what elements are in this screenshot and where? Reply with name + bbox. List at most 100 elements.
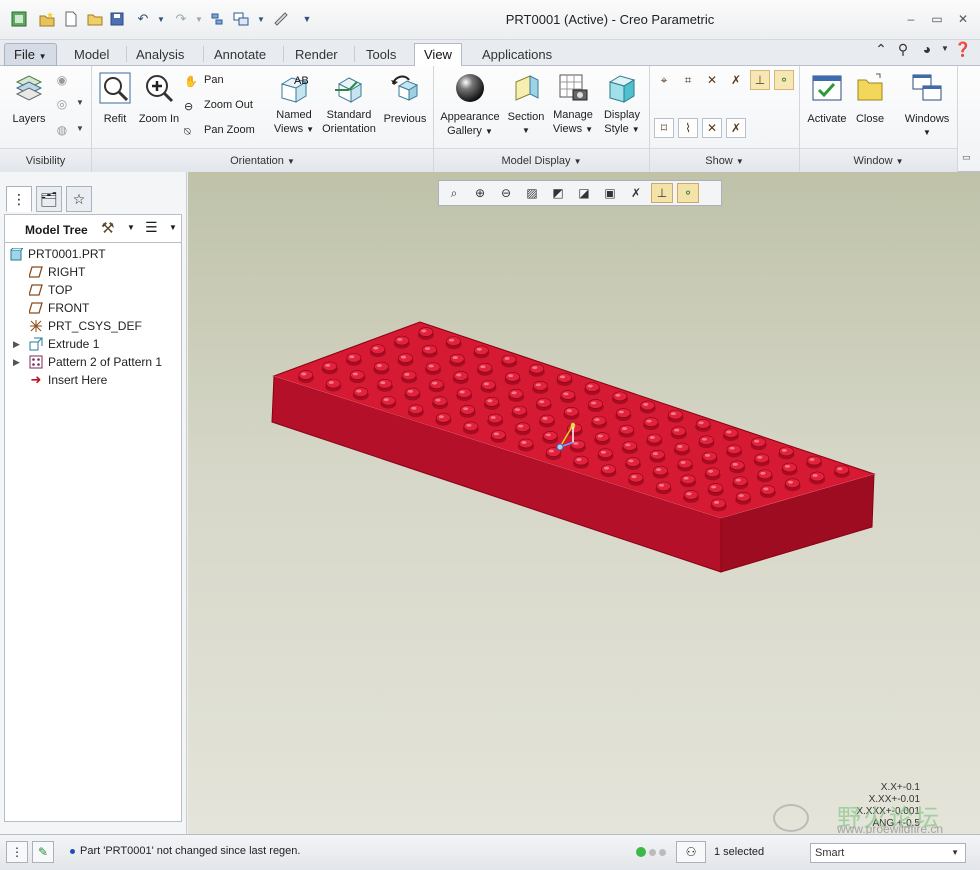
message-bullet-icon (70, 848, 75, 854)
show-icon[interactable]: ◎ (52, 94, 72, 114)
annotation-display-icon[interactable]: ✗ (726, 118, 746, 138)
stud (535, 397, 552, 411)
minimize-icon[interactable]: – (904, 12, 918, 26)
tab-applications[interactable]: Applications (472, 43, 562, 66)
stud (707, 483, 724, 496)
section-button[interactable]: Section ▼ (506, 72, 546, 138)
tree-item-insert-here[interactable]: ➜ Insert Here (29, 371, 108, 389)
stud (321, 361, 338, 375)
activate-button[interactable]: Activate (804, 72, 850, 126)
pan-button[interactable]: ✋ Pan (184, 70, 224, 90)
point-display-icon[interactable]: ✕ (702, 70, 722, 90)
stud (611, 391, 628, 405)
refit-button[interactable]: Refit (98, 72, 132, 126)
point-tag-display-icon[interactable]: ✗ (726, 70, 746, 90)
tab-annotate[interactable]: Annotate (204, 43, 276, 66)
ribbon-tabs: File ▼ Model Analysis Annotate Render To… (0, 40, 980, 67)
layers-button[interactable]: Layers (8, 72, 50, 126)
pattern-icon (29, 355, 43, 369)
tree-item-extrude[interactable]: Extrude 1 (29, 335, 99, 353)
status-icon[interactable]: ◍ (52, 120, 72, 140)
tab-file[interactable]: File ▼ (4, 43, 57, 66)
expand-pattern-icon[interactable]: ▶ (13, 357, 21, 368)
zoom-in-button[interactable]: Zoom In (136, 72, 182, 126)
orientation-group-label[interactable]: Orientation ▼ (92, 148, 433, 172)
visibility-dropdown-icon[interactable]: ▼ (76, 98, 84, 107)
find-icon[interactable]: ⚇ (676, 841, 706, 863)
plane-display-icon[interactable]: ⌖ (654, 70, 674, 90)
windows-button[interactable]: Windows ▼ (900, 72, 954, 140)
axis-display-icon[interactable]: ⌑ (654, 118, 674, 138)
section-icon (510, 72, 542, 104)
show-dropdown-icon: ▼ (735, 157, 744, 166)
zoom-out-button[interactable]: ⊖ Zoom Out (184, 95, 253, 115)
model-tree-title: Model Tree (25, 223, 88, 237)
stud (297, 370, 314, 383)
community-dropdown-icon[interactable]: ▼ (936, 40, 954, 58)
named-views-button[interactable]: AB Named Views ▼ (272, 72, 316, 137)
status-dropdown-icon[interactable]: ▼ (76, 124, 84, 133)
creo-app: ↶ ▼ ↷ ▼ ▼ ▼ PRT0001 (Active) - Creo Para… (0, 0, 980, 870)
close-button[interactable]: Close (850, 72, 890, 126)
plane-tag-display-icon[interactable]: ⌗ (678, 70, 698, 90)
browser-toggle-icon[interactable]: ✎ (32, 841, 54, 863)
favorites-tab-icon[interactable]: ☆ (66, 186, 92, 212)
tree-settings-dropdown-icon[interactable]: ▼ (127, 223, 135, 232)
axis-tag-display-icon[interactable]: ⌇ (678, 118, 698, 138)
tree-settings-icon[interactable]: ⚒ (101, 219, 114, 237)
spin-center-icon[interactable]: ⚬ (774, 70, 794, 90)
tree-item-front[interactable]: FRONT (29, 299, 89, 317)
search-icon[interactable]: ⚲ (894, 40, 912, 58)
selection-filter[interactable]: Smart ▼ (810, 843, 966, 863)
show-group-label[interactable]: Show ▼ (650, 148, 799, 172)
title-bar: ↶ ▼ ↷ ▼ ▼ ▼ PRT0001 (Active) - Creo Para… (0, 0, 980, 40)
tab-render[interactable]: Render (285, 43, 348, 66)
stud (417, 327, 434, 340)
stud (621, 441, 638, 454)
lego-brick-model[interactable] (188, 172, 980, 834)
stud (462, 421, 479, 435)
tree-columns-dropdown-icon[interactable]: ▼ (169, 223, 177, 232)
stud (480, 380, 497, 393)
navigator-toggle-icon[interactable]: ⋮ (6, 841, 28, 863)
hide-icon[interactable]: ◉ (52, 70, 72, 90)
tab-view[interactable]: View (414, 43, 462, 67)
pan-zoom-icon: ⍉ (184, 126, 191, 138)
help-icon[interactable]: ❓ (954, 40, 972, 58)
stud (572, 455, 589, 469)
pan-zoom-button[interactable]: ⍉ Pan Zoom (184, 120, 255, 140)
display-style-button[interactable]: Display Style ▼ (600, 72, 644, 137)
csys-tag-display-icon[interactable]: ✕ (702, 118, 722, 138)
stud (421, 344, 438, 358)
previous-button[interactable]: Previous (382, 72, 428, 126)
tree-item-pattern[interactable]: Pattern 2 of Pattern 1 (29, 353, 162, 371)
zoom-out-icon: ⊖ (184, 101, 194, 113)
stud (753, 453, 770, 467)
tree-item-top[interactable]: TOP (29, 281, 72, 299)
watermark: 野火论坛 www.proewildfire.cn (773, 804, 973, 834)
folder-browser-tab-icon[interactable]: 🗂 (36, 186, 62, 212)
tab-analysis[interactable]: Analysis (126, 43, 194, 66)
tree-item-part[interactable]: PRT0001.PRT (9, 245, 106, 263)
model-tree-tab-icon[interactable]: ⋮ (6, 186, 32, 212)
expand-extrude-icon[interactable]: ▶ (13, 339, 21, 350)
manage-views-button[interactable]: Manage Views ▼ (550, 72, 596, 137)
csys-display-icon[interactable]: ⊥ (750, 70, 770, 90)
window-group: Activate Close Windows ▼ Window ▼ (800, 66, 958, 172)
standard-orientation-button[interactable]: Standard Orientation (320, 72, 378, 136)
community-icon[interactable]: ◕ (918, 40, 936, 58)
model-display-group-label[interactable]: Model Display ▼ (434, 148, 649, 172)
ribbon-collapse-icon[interactable]: ▭ (962, 152, 971, 163)
maximize-icon[interactable]: ▭ (930, 12, 944, 26)
close-window-icon[interactable]: ✕ (956, 12, 970, 26)
tree-item-right[interactable]: RIGHT (29, 263, 85, 281)
tree-item-csys[interactable]: PRT_CSYS_DEF (29, 317, 142, 335)
minimize-ribbon-icon[interactable]: ⌃ (872, 40, 890, 58)
window-group-label[interactable]: Window ▼ (800, 148, 957, 172)
tab-tools[interactable]: Tools (356, 43, 406, 66)
tree-columns-icon[interactable]: ☰ (145, 219, 158, 236)
appearance-gallery-button[interactable]: Appearance Gallery ▼ (438, 72, 502, 139)
graphics-area[interactable]: ⌕ ⊕ ⊖ ▨ ◩ ◪ ▣ ✗ ⊥ ⚬ X.X+-0.1 X.XX+-0.01 … (188, 172, 980, 834)
tab-model[interactable]: Model (64, 43, 119, 66)
close-folder-icon (854, 72, 886, 104)
